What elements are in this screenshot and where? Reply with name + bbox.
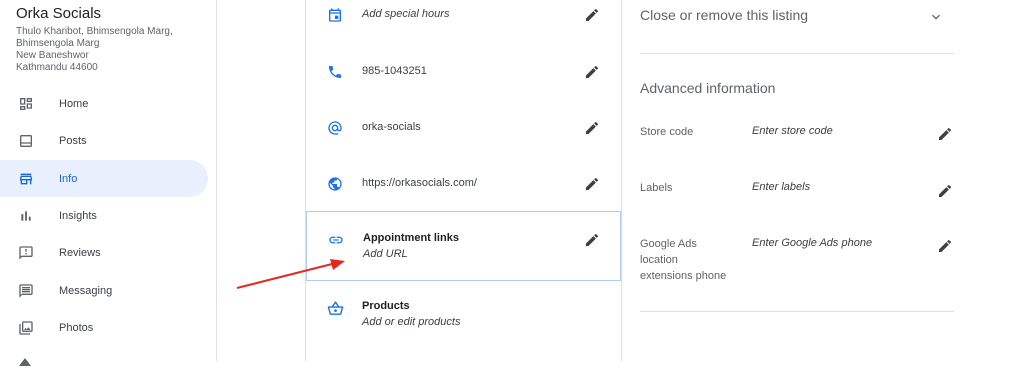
column-divider xyxy=(621,0,622,361)
edit-pencil-icon[interactable] xyxy=(937,183,953,199)
advanced-information-title: Advanced information xyxy=(640,80,776,96)
google-ads-phone-label: Google Ads location extensions phone xyxy=(640,238,727,282)
link-icon xyxy=(327,231,345,249)
chevron-down-icon[interactable] xyxy=(928,9,944,25)
edit-pencil-icon[interactable] xyxy=(584,176,600,192)
posts-icon xyxy=(17,132,35,150)
divider xyxy=(640,53,954,54)
sidebar-divider xyxy=(216,0,217,361)
store-code-value: Enter store code xyxy=(752,125,833,137)
more-icon xyxy=(19,353,31,371)
edit-pencil-icon[interactable] xyxy=(584,232,600,248)
edit-pencil-icon[interactable] xyxy=(584,64,600,80)
at-sign-icon xyxy=(326,119,344,137)
appointment-links-value: Add URL xyxy=(363,248,408,260)
appointment-links-title: Appointment links xyxy=(363,232,459,244)
phone-row[interactable]: 985-1043251 xyxy=(306,56,621,100)
phone-value: 985-1043251 xyxy=(362,65,427,77)
special-hours-row[interactable]: Add special hours xyxy=(306,0,621,44)
nav-label: Photos xyxy=(59,321,94,334)
edit-pencil-icon[interactable] xyxy=(584,7,600,23)
nav-item-insights[interactable]: Insights xyxy=(0,197,208,234)
nav-label: Reviews xyxy=(59,246,101,259)
store-code-label: Store code xyxy=(640,126,694,138)
nav-label: Info xyxy=(59,172,78,185)
labels-value: Enter labels xyxy=(752,181,811,193)
labels-label: Labels xyxy=(640,182,673,194)
special-hours-value: Add special hours xyxy=(362,8,450,20)
business-name: Orka Socials xyxy=(16,5,102,22)
dashboard-icon xyxy=(17,95,35,113)
calendar-icon xyxy=(326,6,344,24)
short-name-value: orka-socials xyxy=(362,121,421,133)
nav-item-posts[interactable]: Posts xyxy=(0,122,208,159)
website-row[interactable]: https://orkasocials.com/ xyxy=(306,168,621,212)
edit-pencil-icon[interactable] xyxy=(937,126,953,142)
basket-icon xyxy=(326,299,344,317)
appointment-links-row[interactable]: Appointment links Add URL xyxy=(306,211,621,281)
products-title: Products xyxy=(362,300,410,312)
products-value: Add or edit products xyxy=(362,316,461,328)
nav-item-reviews[interactable]: Reviews xyxy=(0,234,208,271)
reviews-icon xyxy=(17,244,35,262)
nav-item-home[interactable]: Home xyxy=(0,85,208,122)
photo-icon xyxy=(17,319,35,337)
message-icon xyxy=(17,282,35,300)
edit-pencil-icon[interactable] xyxy=(584,120,600,136)
nav-label: Home xyxy=(59,97,89,110)
nav-item-photos[interactable]: Photos xyxy=(0,309,208,346)
close-listing-title[interactable]: Close or remove this listing xyxy=(640,7,808,23)
edit-pencil-icon[interactable] xyxy=(937,238,953,254)
website-value: https://orkasocials.com/ xyxy=(362,177,477,189)
info-list: Add special hours 985-1043251 orka-socia… xyxy=(306,0,621,361)
nav-label: Insights xyxy=(59,209,97,222)
nav-item-messaging[interactable]: Messaging xyxy=(0,272,208,309)
google-ads-phone-value: Enter Google Ads phone xyxy=(752,237,873,249)
globe-icon xyxy=(326,175,344,193)
phone-icon xyxy=(326,63,344,81)
nav-label: Messaging xyxy=(59,284,113,297)
nav-label: Posts xyxy=(59,134,87,147)
bar-chart-icon xyxy=(17,207,35,225)
sidebar: Orka Socials Thulo Kharibot, Bhimsengola… xyxy=(0,0,216,366)
storefront-icon xyxy=(17,170,35,188)
short-name-row[interactable]: orka-socials xyxy=(306,112,621,156)
divider xyxy=(640,311,954,312)
products-row[interactable]: Products Add or edit products xyxy=(306,290,621,340)
right-panel: Close or remove this listing Advanced in… xyxy=(640,0,954,361)
business-address: Thulo Kharibot, Bhimsengola Marg, Bhimse… xyxy=(16,26,173,73)
nav-item-info[interactable]: Info xyxy=(0,160,208,197)
